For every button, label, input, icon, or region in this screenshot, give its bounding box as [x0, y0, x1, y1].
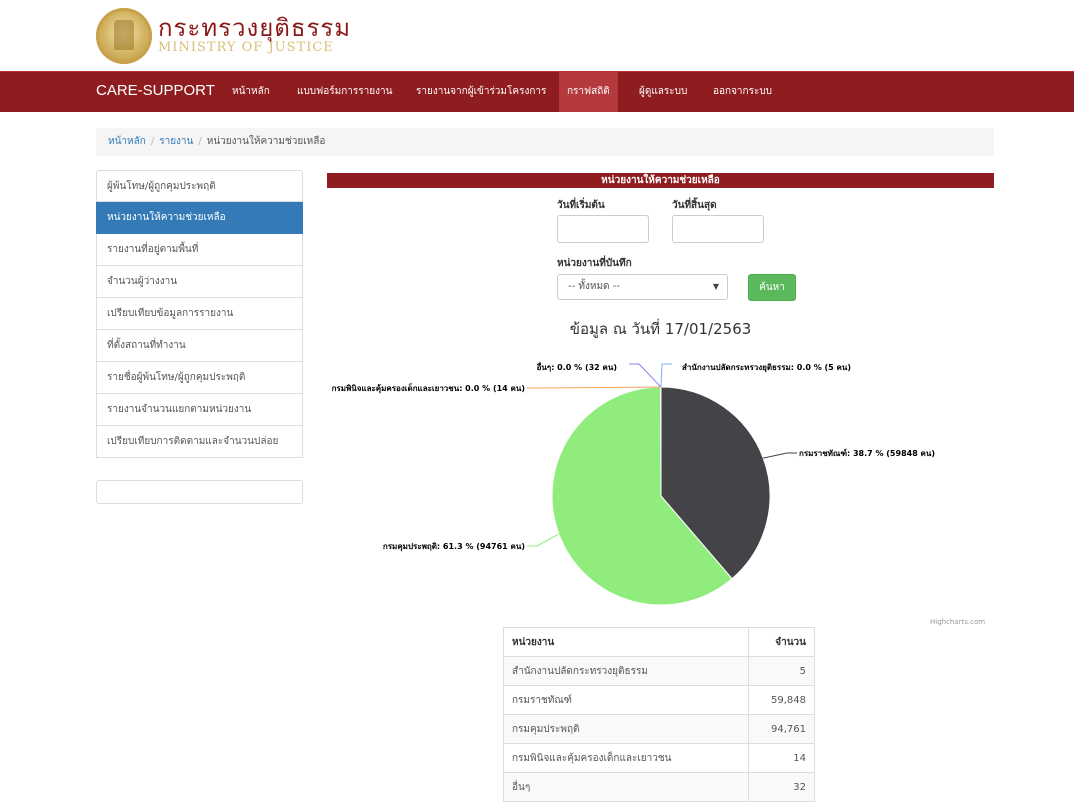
start-date-input[interactable]: [557, 215, 649, 243]
pie-connector: [527, 387, 661, 388]
nav-item-logout[interactable]: ออกจากระบบ: [705, 72, 780, 112]
pie-connector: [763, 453, 797, 458]
table-cell-agency: กรมราชทัณฑ์: [504, 686, 749, 715]
table-header-agency: หน่วยงาน: [504, 628, 749, 657]
table-cell-count: 14: [749, 744, 815, 773]
sidebar-item-unemployed[interactable]: จำนวนผู้ว่างงาน: [96, 266, 303, 298]
table-cell-agency: กรมคุมประพฤติ: [504, 715, 749, 744]
sidebar-item-released-offenders[interactable]: ผู้พ้นโทษ/ผู้ถูกคุมประพฤติ: [96, 170, 303, 202]
table-row: กรมพินิจและคุ้มครองเด็กและเยาวชน14: [504, 744, 815, 773]
pie-data-label: กรมราชทัณฑ์: 38.7 % (59848 คน): [799, 448, 935, 458]
table-row: อื่นๆ32: [504, 773, 815, 802]
chevron-down-icon: ▼: [713, 275, 719, 299]
end-date-input[interactable]: [672, 215, 764, 243]
section-title: หน่วยงานให้ความช่วยเหลือ: [327, 173, 994, 188]
sidebar-item-compare-reports[interactable]: เปรียบเทียบข้อมูลการรายงาน: [96, 298, 303, 330]
nav-item-home[interactable]: หน้าหลัก: [224, 72, 278, 112]
agency-count-table: หน่วยงาน จำนวน สำนักงานปลัดกระทรวงยุติธร…: [503, 627, 815, 802]
pie-chart: กรมราชทัณฑ์: 38.7 % (59848 คน) กรมคุมประพ…: [327, 350, 994, 620]
table-cell-agency: สำนักงานปลัดกระทรวงยุติธรรม: [504, 657, 749, 686]
pie-data-label: อื่นๆ: 0.0 % (32 คน): [536, 361, 617, 372]
table-cell-count: 94,761: [749, 715, 815, 744]
pie-connector: [629, 364, 661, 387]
table-header-count: จำนวน: [749, 628, 815, 657]
breadcrumb-report[interactable]: รายงาน: [159, 136, 193, 147]
sidebar-item-offender-list[interactable]: รายชื่อผู้พ้นโทษ/ผู้ถูกคุมประพฤติ: [96, 362, 303, 394]
pie-connector: [661, 364, 672, 387]
breadcrumb-separator: /: [193, 136, 206, 147]
ministry-title-en: MINISTRY OF JUSTICE: [158, 40, 334, 55]
sidebar-item-report-by-agency[interactable]: รายงานจำนวนแยกตามหน่วยงาน: [96, 394, 303, 426]
top-navbar: CARE-SUPPORT หน้าหลัก แบบฟอร์มการรายงาน …: [0, 71, 1074, 112]
data-date-title: ข้อมูล ณ วันที่ 17/01/2563: [327, 317, 994, 341]
nav-item-admin[interactable]: ผู้ดูแลระบบ: [631, 72, 695, 112]
sidebar-item-address-by-area[interactable]: รายงานที่อยู่ตามพื้นที่: [96, 234, 303, 266]
table-cell-count: 59,848: [749, 686, 815, 715]
sidebar-item-workplace-location[interactable]: ที่ตั้งสถานที่ทำงาน: [96, 330, 303, 362]
agency-label: หน่วยงานที่บันทึก: [557, 256, 632, 271]
breadcrumb-current: หน่วยงานให้ความช่วยเหลือ: [207, 136, 326, 147]
table-cell-agency: อื่นๆ: [504, 773, 749, 802]
nav-item-participant-reports[interactable]: รายงานจากผู้เข้าร่วมโครงการ: [408, 72, 554, 112]
search-button[interactable]: ค้นหา: [748, 274, 796, 301]
breadcrumb: หน้าหลัก/รายงาน/หน่วยงานให้ความช่วยเหลือ: [96, 128, 994, 156]
chart-credits[interactable]: Highcharts.com: [930, 618, 985, 626]
agency-select-value: -- ทั้งหมด --: [568, 281, 620, 292]
pie-data-label: สำนักงานปลัดกระทรวงยุติธรรม: 0.0 % (5 คน…: [682, 363, 851, 373]
agency-select[interactable]: -- ทั้งหมด -- ▼: [557, 274, 728, 300]
table-cell-count: 32: [749, 773, 815, 802]
emblem-icon: [114, 20, 134, 50]
table-header-row: หน่วยงาน จำนวน: [504, 628, 815, 657]
breadcrumb-separator: /: [146, 136, 159, 147]
breadcrumb-home[interactable]: หน้าหลัก: [108, 136, 146, 147]
table-row: สำนักงานปลัดกระทรวงยุติธรรม5: [504, 657, 815, 686]
ministry-logo: [96, 8, 152, 64]
table-row: กรมคุมประพฤติ94,761: [504, 715, 815, 744]
pie-data-label: กรมคุมประพฤติ: 61.3 % (94761 คน): [383, 542, 525, 552]
sidebar-empty-panel: [96, 480, 303, 504]
end-date-label: วันที่สิ้นสุด: [672, 198, 717, 213]
table-cell-count: 5: [749, 657, 815, 686]
start-date-label: วันที่เริ่มต้น: [557, 198, 605, 213]
pie-connector: [527, 534, 559, 546]
pie-data-label: กรมพินิจและคุ้มครองเด็กและเยาวชน: 0.0 % …: [332, 382, 525, 394]
nav-brand[interactable]: CARE-SUPPORT: [96, 82, 215, 99]
nav-item-statistics[interactable]: กราฟสถิติ: [559, 72, 618, 112]
nav-item-report-forms[interactable]: แบบฟอร์มการรายงาน: [289, 72, 400, 112]
sidebar-menu: ผู้พ้นโทษ/ผู้ถูกคุมประพฤติ หน่วยงานให้คว…: [96, 170, 303, 458]
table-cell-agency: กรมพินิจและคุ้มครองเด็กและเยาวชน: [504, 744, 749, 773]
sidebar-item-assistance-agencies[interactable]: หน่วยงานให้ความช่วยเหลือ: [96, 202, 303, 234]
sidebar-item-compare-tracking[interactable]: เปรียบเทียบการติดตามและจำนวนปล่อย: [96, 426, 303, 458]
table-row: กรมราชทัณฑ์59,848: [504, 686, 815, 715]
